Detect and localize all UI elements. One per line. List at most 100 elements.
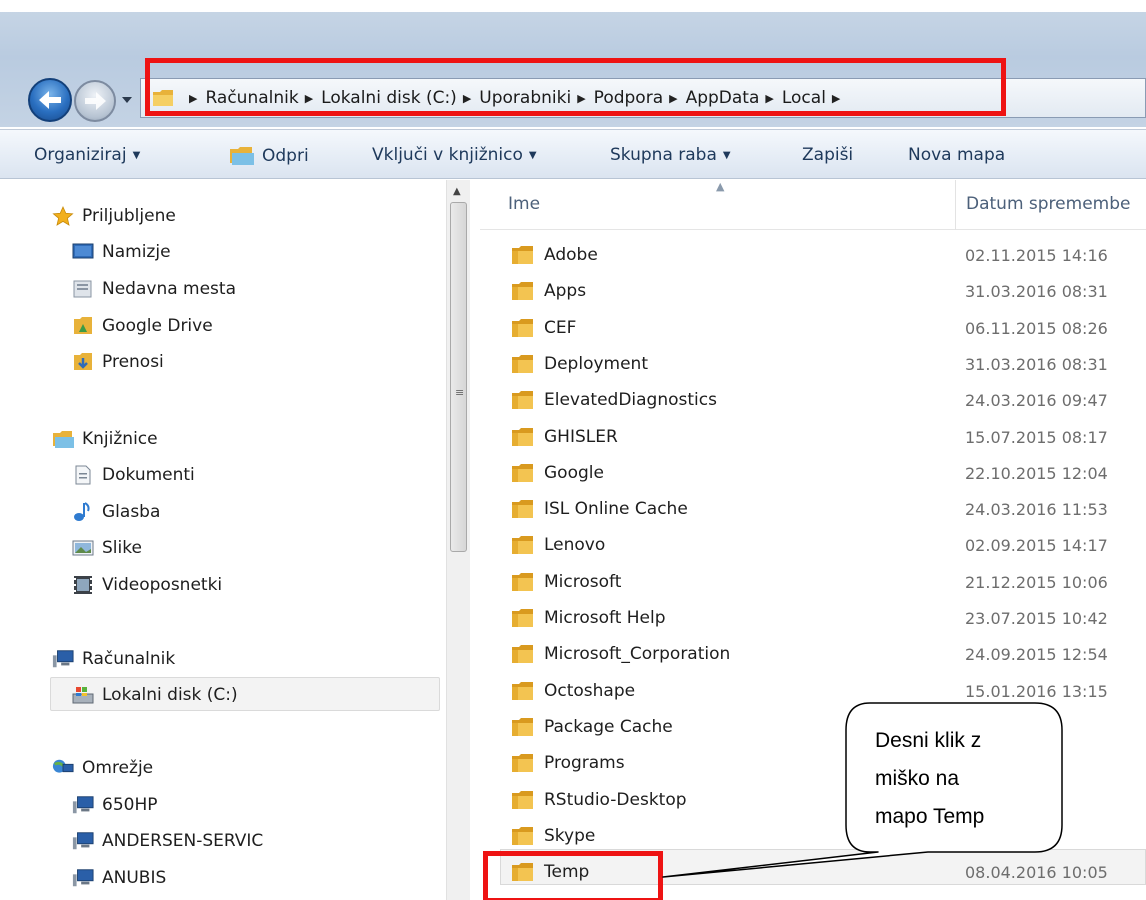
file-row[interactable]: Apps 31.03.2016 08:31 — [480, 273, 1146, 309]
file-row[interactable]: CEF 06.11.2015 08:26 — [480, 310, 1146, 346]
nav-network-650hp[interactable]: 650HP — [72, 790, 157, 820]
file-date: 23.07.2015 10:42 — [965, 609, 1108, 628]
nav-network-anubis[interactable]: ANUBIS — [72, 863, 166, 893]
nav-network[interactable]: Omrežje — [52, 753, 153, 783]
chevron-down-icon: ▼ — [132, 149, 141, 161]
nav-documents[interactable]: Dokumenti — [72, 460, 195, 490]
file-row[interactable]: Package Cache 10:52 — [480, 709, 1146, 745]
recent-places-icon — [72, 279, 94, 299]
open-button[interactable]: Odpri — [228, 145, 309, 167]
file-row[interactable]: Lenovo 02.09.2015 14:17 — [480, 527, 1146, 563]
folder-icon — [512, 681, 533, 700]
callout-text: Desni klik z miško na mapo Temp — [875, 722, 1045, 836]
file-name: CEF — [544, 317, 577, 338]
nav-favorites[interactable]: Priljubljene — [52, 201, 176, 231]
scrollbar-thumb[interactable]: ≡ — [450, 202, 467, 552]
network-computer-icon — [72, 831, 94, 851]
file-name: ISL Online Cache — [544, 499, 688, 520]
temp-highlight-box — [483, 851, 663, 900]
navigation-pane: Priljubljene Namizje Nedavna mesta Googl… — [0, 180, 446, 900]
file-row[interactable]: Google 22.10.2015 12:04 — [480, 455, 1146, 491]
file-row[interactable]: GHISLER 15.07.2015 08:17 — [480, 419, 1146, 455]
forward-button[interactable] — [74, 80, 116, 122]
nav-label: Omrežje — [82, 758, 154, 778]
file-row[interactable]: Skype 08:28 — [480, 818, 1146, 854]
file-row[interactable]: ElevatedDiagnostics 24.03.2016 09:47 — [480, 382, 1146, 418]
documents-icon — [72, 465, 94, 485]
libraries-icon — [52, 429, 74, 449]
back-arrow-icon — [39, 91, 61, 109]
nav-computer[interactable]: Računalnik — [52, 644, 175, 674]
new-folder-button[interactable]: Nova mapa — [908, 145, 1005, 165]
nav-recent-places[interactable]: Nedavna mesta — [72, 274, 236, 304]
file-row[interactable]: Microsoft Help 23.07.2015 10:42 — [480, 600, 1146, 636]
network-icon — [52, 758, 74, 778]
folder-icon — [512, 790, 533, 809]
file-row[interactable]: Octoshape 15.01.2016 13:15 — [480, 673, 1146, 709]
computer-icon — [52, 649, 74, 669]
column-header-date[interactable]: Datum spremembe — [966, 194, 1130, 214]
folder-icon — [512, 391, 533, 410]
file-row[interactable]: ISL Online Cache 24.03.2016 11:53 — [480, 491, 1146, 527]
file-name: Package Cache — [544, 716, 673, 737]
open-label: Odpri — [262, 146, 309, 166]
nav-label: Prenosi — [102, 352, 164, 372]
column-header-name[interactable]: Ime — [508, 194, 540, 214]
nav-label: Priljubljene — [82, 206, 176, 226]
new-folder-label: Nova mapa — [908, 145, 1006, 165]
folder-icon — [512, 645, 533, 664]
file-row[interactable]: Adobe 02.11.2015 14:16 — [480, 237, 1146, 273]
nav-pictures[interactable]: Slike — [72, 533, 142, 563]
forward-arrow-icon — [85, 92, 106, 110]
nav-libraries[interactable]: Knjižnice — [52, 424, 158, 454]
folder-icon — [512, 536, 533, 555]
column-divider[interactable] — [955, 180, 956, 230]
nav-label: Glasba — [102, 502, 161, 522]
nav-google-drive[interactable]: Google Drive — [72, 311, 213, 341]
folder-icon — [512, 246, 533, 264]
nav-music[interactable]: Glasba — [72, 497, 160, 527]
folder-icon — [512, 500, 533, 519]
pictures-icon — [72, 538, 94, 558]
nav-local-disk[interactable]: Lokalni disk (C:) — [72, 680, 238, 710]
back-button[interactable] — [28, 78, 72, 122]
file-row[interactable]: Microsoft_Corporation 24.09.2015 12:54 — [480, 636, 1146, 672]
file-date: 15.01.2016 13:15 — [965, 681, 1108, 701]
burn-button[interactable]: Zapiši — [802, 145, 853, 165]
file-date: 15.07.2015 08:17 — [965, 427, 1108, 447]
nav-desktop[interactable]: Namizje — [72, 237, 171, 267]
file-row[interactable]: Programs 11:08 — [480, 745, 1146, 781]
file-row[interactable]: Deployment 31.03.2016 08:31 — [480, 346, 1146, 382]
file-name: Deployment — [544, 353, 648, 374]
organize-label: Organiziraj — [34, 145, 127, 165]
file-date: 31.03.2016 08:31 — [965, 282, 1108, 302]
file-name: GHISLER — [544, 426, 618, 447]
navigation-scrollbar[interactable]: ▲ ≡ — [446, 180, 470, 900]
nav-videos[interactable]: Videoposnetki — [72, 570, 222, 600]
include-in-library-button[interactable]: Vključi v knjižnico ▼ — [372, 145, 537, 165]
nav-downloads[interactable]: Prenosi — [72, 347, 164, 377]
file-name: Microsoft_Corporation — [544, 644, 731, 665]
recent-pages-dropdown-icon[interactable] — [120, 93, 134, 107]
folder-icon — [512, 826, 533, 845]
file-date: 31.03.2016 08:31 — [965, 354, 1108, 374]
share-button[interactable]: Skupna raba ▼ — [610, 145, 731, 165]
burn-label: Zapiši — [802, 145, 854, 165]
nav-label: Slike — [102, 538, 142, 558]
folder-icon — [512, 354, 533, 373]
file-name: Programs — [544, 753, 625, 774]
file-date: 08.04.2016 10:05 — [965, 863, 1108, 883]
scroll-up-arrow-icon[interactable]: ▲ — [453, 186, 461, 197]
file-row[interactable]: RStudio-Desktop 10:48 — [480, 782, 1146, 818]
file-date: 02.09.2015 14:17 — [965, 536, 1108, 556]
include-library-label: Vključi v knjižnico — [372, 145, 523, 165]
share-label: Skupna raba — [610, 145, 717, 165]
file-list: ▲ Ime Datum spremembe Adobe 02.11.2015 14… — [480, 180, 1146, 900]
folder-icon — [512, 609, 533, 627]
top-strip — [0, 0, 1146, 12]
file-row[interactable]: Microsoft 21.12.2015 10:06 — [480, 564, 1146, 600]
nav-network-andersen[interactable]: ANDERSEN-SERVIC — [72, 826, 263, 856]
command-bar: Organiziraj ▼ Odpri Vključi v knjižnico ▼ … — [0, 129, 1146, 179]
nav-label: 650HP — [102, 795, 158, 815]
organize-button[interactable]: Organiziraj ▼ — [34, 145, 140, 165]
